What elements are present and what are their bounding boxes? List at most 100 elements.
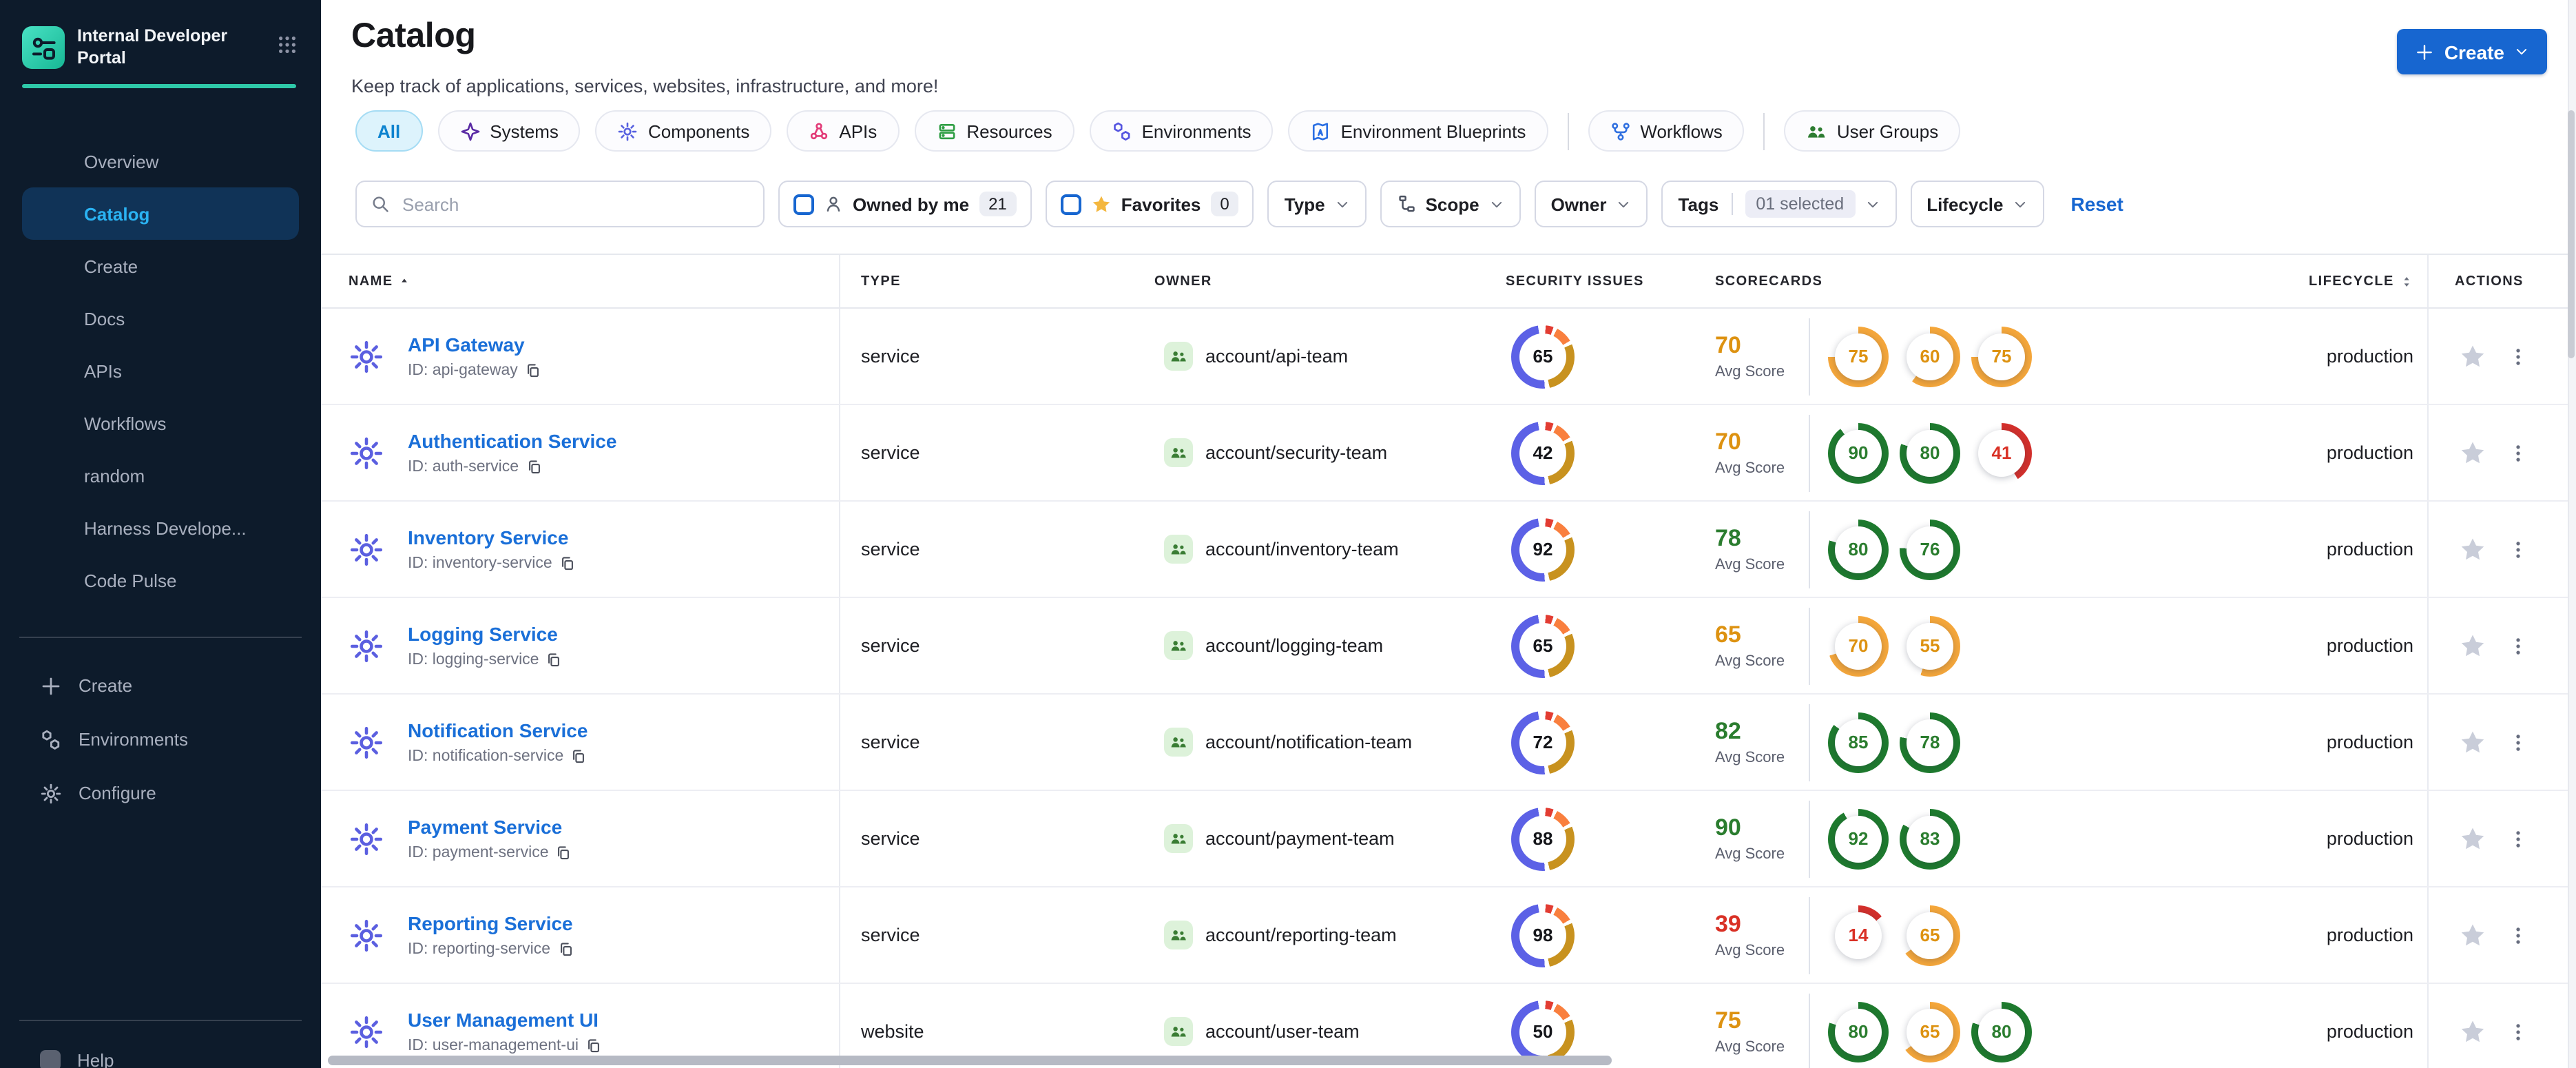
copy-icon[interactable] xyxy=(570,748,587,765)
sidebar-item-workflows[interactable]: Workflows xyxy=(0,397,321,449)
sidebar-item-overview[interactable]: Overview xyxy=(0,135,321,187)
sidebar-item-environments[interactable]: Environments xyxy=(0,712,321,766)
kebab-menu-button[interactable] xyxy=(2509,538,2528,560)
vertical-scrollbar-thumb[interactable] xyxy=(2568,110,2575,358)
service-gear-icon xyxy=(349,917,384,953)
tab-separator xyxy=(1567,112,1569,150)
favorite-star-button[interactable] xyxy=(2459,632,2486,659)
avg-score-label: Avg Score xyxy=(1715,846,1785,863)
avg-score-value: 70 xyxy=(1715,429,1741,455)
owner-group-icon xyxy=(1164,824,1193,853)
kebab-menu-button[interactable] xyxy=(2509,924,2528,946)
sidebar-item-help[interactable]: Help xyxy=(40,1050,114,1068)
favorite-star-button[interactable] xyxy=(2459,535,2486,563)
owned-by-me-filter[interactable]: Owned by me 21 xyxy=(778,181,1032,227)
owned-by-me-checkbox[interactable] xyxy=(793,194,814,214)
sidebar-item-apis[interactable]: APIs xyxy=(0,345,321,397)
horizontal-scrollbar[interactable] xyxy=(328,1056,1612,1065)
favorite-star-button[interactable] xyxy=(2459,728,2486,756)
scorecards-rings: 92 83 xyxy=(1828,808,1960,869)
favorite-star-button[interactable] xyxy=(2459,342,2486,370)
vertical-scrollbar-track[interactable] xyxy=(2568,0,2576,1068)
sidebar-item-create[interactable]: Create xyxy=(0,659,321,712)
sidebar-item-harness-develope-[interactable]: Harness Develope... xyxy=(0,502,321,554)
kebab-menu-button[interactable] xyxy=(2509,1020,2528,1043)
scorecard-value: 14 xyxy=(1835,912,1882,958)
entity-name-link[interactable]: Payment Service xyxy=(408,816,572,838)
scorecard-ring: 65 xyxy=(1900,1001,1960,1062)
scope-filter-dropdown[interactable]: Scope xyxy=(1380,181,1521,227)
tab-systems[interactable]: Systems xyxy=(437,110,581,152)
tab-label: User Groups xyxy=(1836,121,1939,141)
favorite-star-button[interactable] xyxy=(2459,921,2486,949)
entity-name-link[interactable]: Inventory Service xyxy=(408,526,576,548)
owner-group-icon xyxy=(1164,921,1193,949)
type-filter-dropdown[interactable]: Type xyxy=(1267,181,1367,227)
tab-environment-blueprints[interactable]: Environment Blueprints xyxy=(1288,110,1548,152)
owner-group-icon xyxy=(1164,342,1193,371)
tags-filter-dropdown[interactable]: Tags 01 selected xyxy=(1661,181,1897,227)
tab-workflows[interactable]: Workflows xyxy=(1588,110,1745,152)
entity-name-link[interactable]: User Management UI xyxy=(408,1009,602,1031)
scorecard-ring: 83 xyxy=(1900,808,1960,869)
scorecards-divider xyxy=(1809,511,1810,588)
kebab-menu-button[interactable] xyxy=(2509,635,2528,657)
entity-id: ID: reporting-service xyxy=(408,941,574,958)
sidebar-item-code-pulse[interactable]: Code Pulse xyxy=(0,554,321,606)
column-name: NAME xyxy=(349,274,393,289)
tab-all[interactable]: All xyxy=(355,110,423,152)
search-input[interactable] xyxy=(399,192,749,216)
sidebar-item-docs[interactable]: Docs xyxy=(0,292,321,345)
app-switcher-icon[interactable] xyxy=(277,34,298,55)
kebab-menu-button[interactable] xyxy=(2509,731,2528,753)
tab-resources[interactable]: Resources xyxy=(914,110,1074,152)
entity-id: ID: notification-service xyxy=(408,748,588,765)
copy-icon[interactable] xyxy=(557,941,574,958)
kebab-menu-button[interactable] xyxy=(2509,442,2528,464)
favorite-star-button[interactable] xyxy=(2459,439,2486,466)
tab-apis[interactable]: APIs xyxy=(787,110,900,152)
sidebar-item-catalog[interactable]: Catalog xyxy=(22,187,299,240)
scorecard-ring: 80 xyxy=(1971,1001,2032,1062)
scorecard-ring: 14 xyxy=(1828,905,1889,965)
copy-icon[interactable] xyxy=(525,362,541,379)
plus-icon xyxy=(2416,42,2435,61)
favorites-filter[interactable]: Favorites 0 xyxy=(1045,181,1254,227)
sidebar-item-random[interactable]: random xyxy=(0,449,321,502)
owner-name: account/notification-team xyxy=(1205,732,1413,752)
favorite-star-button[interactable] xyxy=(2459,825,2486,852)
sidebar-bottom-nav: Create Environments Configure xyxy=(0,659,321,820)
kebab-menu-button[interactable] xyxy=(2509,345,2528,367)
copy-icon[interactable] xyxy=(526,459,542,475)
owner-filter-dropdown[interactable]: Owner xyxy=(1534,181,1648,227)
sidebar-item-configure[interactable]: Configure xyxy=(0,766,321,820)
sidebar-item-create[interactable]: Create xyxy=(0,240,321,292)
tab-environments[interactable]: Environments xyxy=(1089,110,1274,152)
entity-name-link[interactable]: Reporting Service xyxy=(408,912,574,934)
favorites-checkbox[interactable] xyxy=(1060,194,1081,214)
entity-name-link[interactable]: API Gateway xyxy=(408,333,541,356)
sidebar: Internal Developer Portal Overview Catal… xyxy=(0,0,321,1068)
tab-user-groups[interactable]: User Groups xyxy=(1784,110,1961,152)
tab-components[interactable]: Components xyxy=(595,110,772,152)
entity-name-link[interactable]: Notification Service xyxy=(408,719,588,741)
entity-name-link[interactable]: Authentication Service xyxy=(408,430,616,452)
table-row: API Gateway ID: api-gateway service acco… xyxy=(321,309,2570,405)
lifecycle-filter-dropdown[interactable]: Lifecycle xyxy=(1910,181,2045,227)
copy-icon[interactable] xyxy=(559,555,576,572)
entity-name-link[interactable]: Logging Service xyxy=(408,623,563,645)
sort-icon[interactable] xyxy=(2400,274,2413,289)
scorecards-rings: 70 55 xyxy=(1828,615,1960,676)
blueprints-icon xyxy=(1311,121,1331,141)
copy-icon[interactable] xyxy=(546,652,563,668)
reset-filters-link[interactable]: Reset xyxy=(2071,193,2123,215)
entity-type: service xyxy=(861,828,920,849)
table-body: API Gateway ID: api-gateway service acco… xyxy=(321,309,2570,1068)
copy-icon[interactable] xyxy=(585,1038,602,1054)
copy-icon[interactable] xyxy=(556,845,572,861)
scorecard-ring: 78 xyxy=(1900,712,1960,772)
sort-asc-icon[interactable] xyxy=(399,275,411,287)
favorite-star-button[interactable] xyxy=(2459,1018,2486,1045)
create-button[interactable]: Create xyxy=(2397,29,2547,74)
kebab-menu-button[interactable] xyxy=(2509,828,2528,850)
